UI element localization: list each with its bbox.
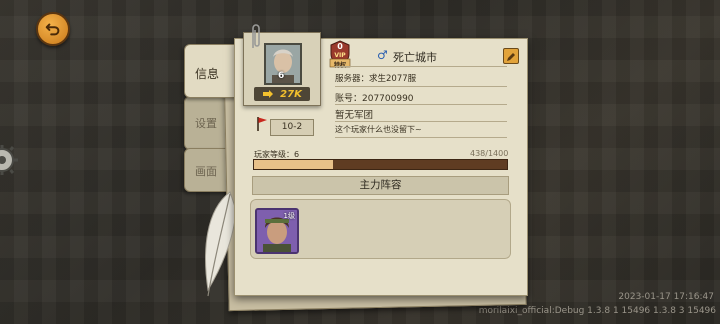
- portrait-level: 6: [278, 71, 285, 81]
- lineup-area: 1级: [250, 199, 511, 259]
- player-name: 死亡城市: [393, 51, 437, 64]
- flag-icon: [257, 117, 267, 131]
- legion-text: 暂无军团: [335, 110, 374, 121]
- male-icon: ♂: [377, 48, 388, 62]
- pencil-icon: [507, 53, 515, 61]
- divider: [335, 104, 507, 105]
- divider: [335, 121, 507, 122]
- back-button[interactable]: [36, 12, 70, 46]
- divider: [335, 86, 507, 87]
- hero-card[interactable]: 1级: [255, 208, 299, 254]
- vip-privilege-label: 特权: [328, 60, 352, 69]
- paperclip-icon: [252, 24, 260, 48]
- tab-display-label: 画面: [195, 165, 217, 178]
- signature-text[interactable]: 这个玩家什么也没留下~: [335, 124, 422, 135]
- divider: [335, 66, 507, 67]
- gear-icon[interactable]: [0, 142, 20, 178]
- back-arrow-icon: [45, 23, 60, 36]
- server-text: 服务器：求生2077服: [335, 74, 417, 84]
- vip-level: 0: [337, 42, 343, 51]
- vip-badge[interactable]: 0 VIP 特权: [328, 40, 352, 69]
- timestamp: 2023-01-17 17:16:47: [618, 292, 714, 302]
- xp-value: 438/1400: [470, 149, 509, 158]
- vip-label: VIP: [334, 52, 346, 59]
- power-icon: [263, 90, 274, 98]
- account-text[interactable]: 账号：207700990: [335, 91, 414, 104]
- divider: [335, 137, 507, 138]
- xp-progress-fill: [254, 160, 334, 169]
- build-info: morilaixi_official:Debug 1.3.8 1 15496 1…: [478, 306, 716, 316]
- lineup-title: 主力阵容: [252, 176, 509, 195]
- tab-info-label: 信息: [195, 67, 220, 81]
- tab-info[interactable]: 信息: [184, 44, 238, 98]
- power-badge: 27K: [254, 87, 310, 101]
- xp-progress-bar: [253, 159, 508, 170]
- tab-settings-label: 设置: [195, 117, 217, 130]
- power-value: 27K: [280, 88, 302, 100]
- stage-progress: 10-2: [270, 119, 314, 136]
- edit-name-button[interactable]: [503, 48, 519, 64]
- hero-level: 1级: [283, 212, 295, 220]
